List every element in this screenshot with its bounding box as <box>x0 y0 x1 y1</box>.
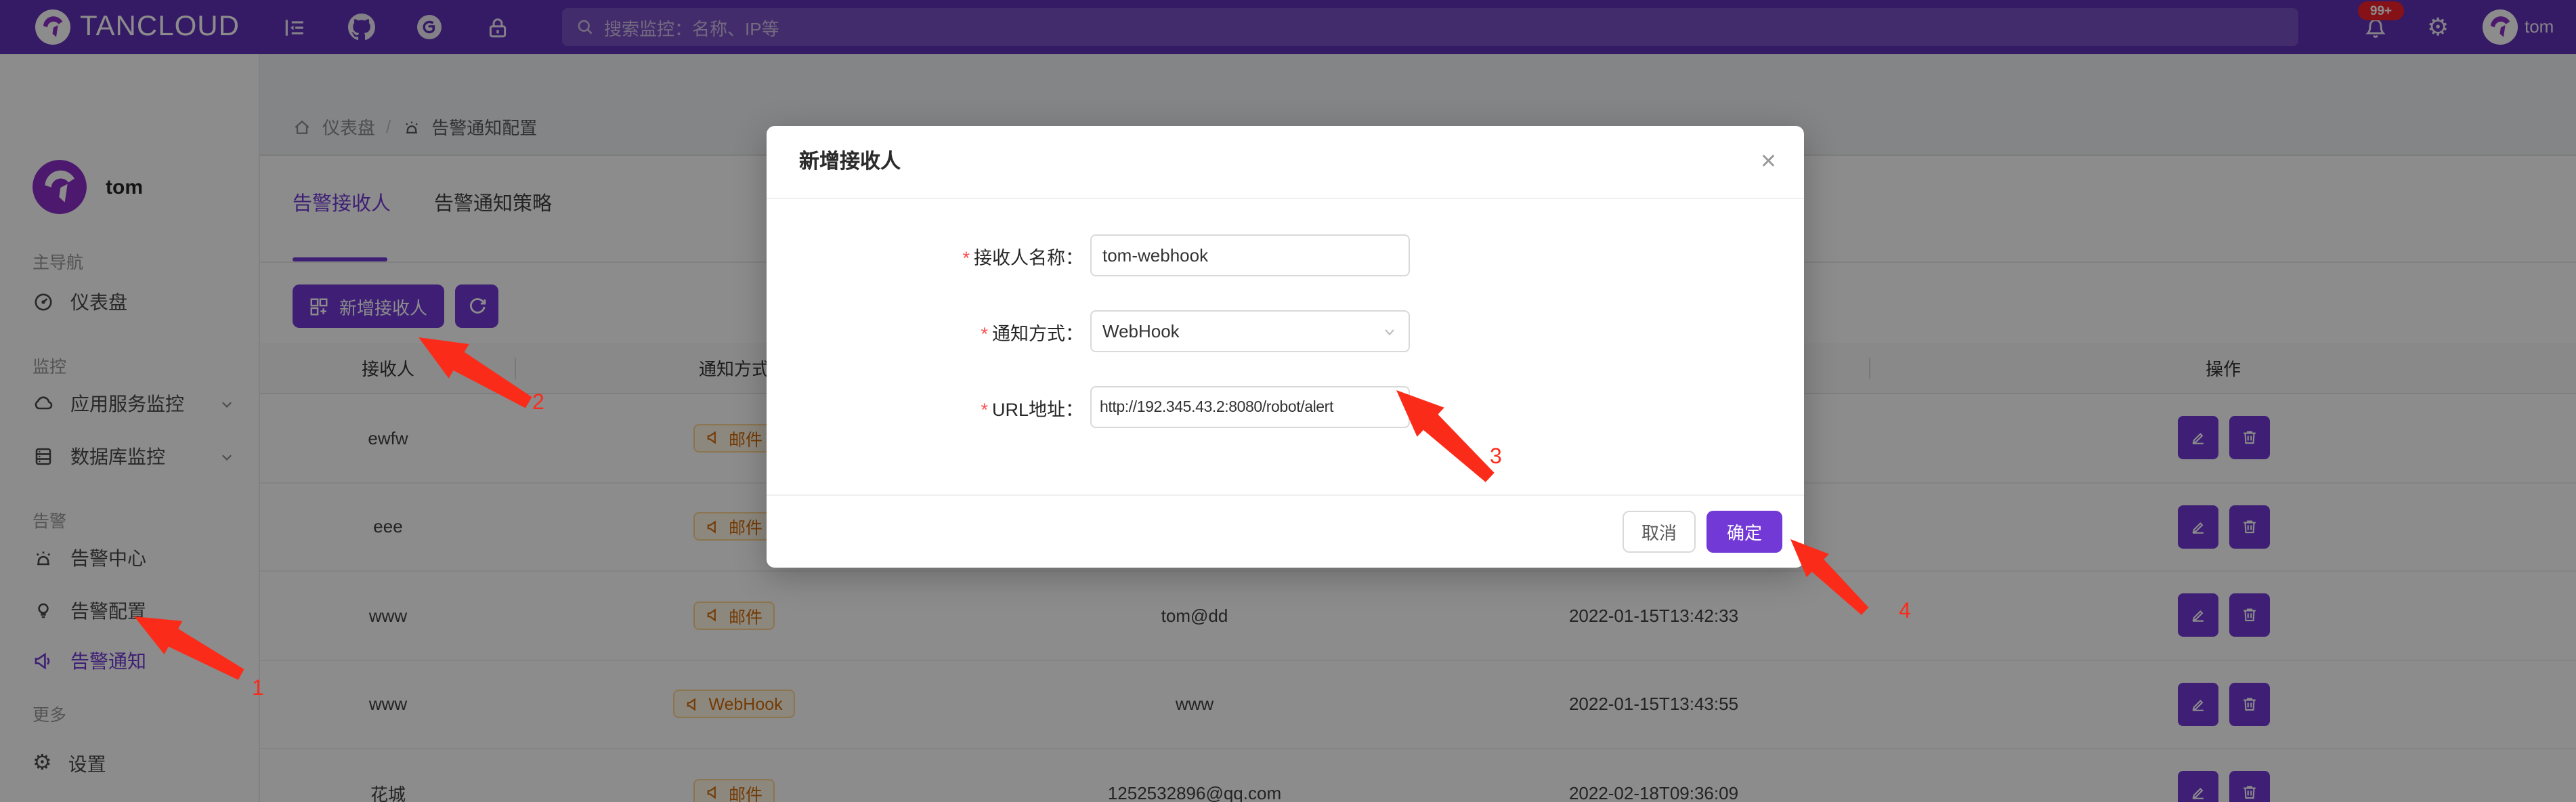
close-icon[interactable]: ✕ <box>1760 126 1777 199</box>
modal-title: 新增接收人 <box>799 126 901 199</box>
url-label: URL地址： <box>992 399 1083 419</box>
required-mark: * <box>962 247 970 268</box>
form-row-url: *URL地址： http://192.345.43.2:8080/robot/a… <box>767 386 1804 428</box>
required-mark: * <box>981 323 988 343</box>
required-mark: * <box>981 399 988 419</box>
receiver-name-label: 接收人名称： <box>974 247 1083 268</box>
form-row-notice-method: *通知方式： WebHook <box>767 310 1804 352</box>
notice-method-label: 通知方式： <box>992 323 1083 343</box>
modal-footer: 取消 确定 <box>767 494 1804 568</box>
notice-method-select[interactable]: WebHook <box>1090 310 1410 352</box>
chevron-down-icon <box>1381 323 1398 339</box>
confirm-button[interactable]: 确定 <box>1706 511 1782 553</box>
modal-header: 新增接收人 ✕ <box>767 126 1804 199</box>
app-root: TANCLOUD <box>0 0 2576 802</box>
receiver-name-input[interactable]: tom-webhook <box>1090 234 1410 276</box>
add-receiver-modal: 新增接收人 ✕ *接收人名称： tom-webhook *通知方式： WebHo… <box>767 126 1804 568</box>
cancel-button[interactable]: 取消 <box>1623 511 1696 553</box>
form-row-receiver-name: *接收人名称： tom-webhook <box>767 234 1804 276</box>
url-input[interactable]: http://192.345.43.2:8080/robot/alert <box>1090 386 1410 428</box>
